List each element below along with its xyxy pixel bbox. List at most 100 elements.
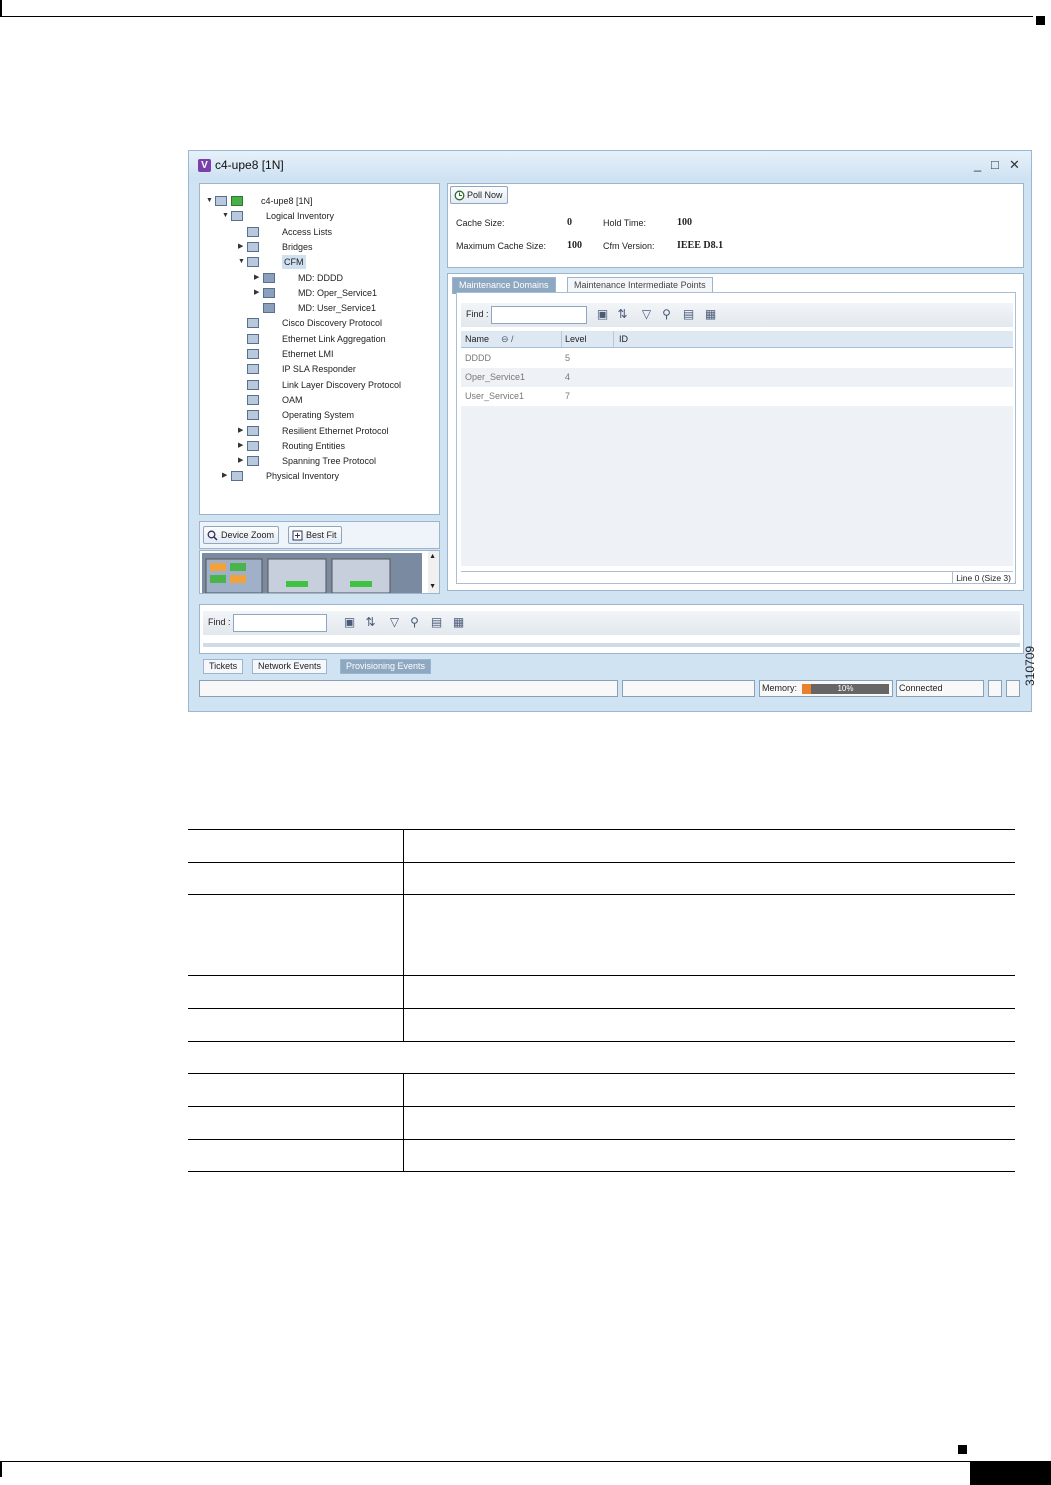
advanced-filter-icon[interactable]: ⚲ [660, 308, 673, 321]
find-input[interactable] [491, 306, 587, 324]
tree-item[interactable]: ▼ Logical Inventory [200, 209, 439, 223]
scroll-down-icon[interactable]: ▼ [429, 583, 436, 590]
tree-item[interactable]: MD: User_Service1 [200, 301, 439, 315]
column-header-name[interactable]: Name [465, 331, 489, 347]
expanded-arrow-icon[interactable]: ▼ [238, 255, 245, 269]
tab-tickets[interactable]: Tickets [203, 659, 244, 674]
collapsed-arrow-icon[interactable]: ▶ [238, 240, 243, 254]
cfm-version-label: Cfm Version: [603, 241, 655, 251]
hold-time-value: 100 [677, 217, 692, 228]
cache-size-label: Cache Size: [456, 218, 505, 228]
poll-now-button[interactable]: Poll Now [450, 186, 508, 204]
tree-node-icon [247, 318, 259, 329]
table-rule [188, 894, 1015, 895]
tree-item-label: CFM [282, 255, 306, 270]
expanded-arrow-icon[interactable]: ▼ [206, 194, 213, 208]
poll-now-label: Poll Now [467, 190, 503, 200]
events-advanced-filter-icon[interactable]: ⚲ [408, 616, 421, 629]
tree-item[interactable]: ▶ Spanning Tree Protocol [200, 454, 439, 468]
events-print-icon[interactable]: ▦ [452, 616, 465, 629]
cell-level: 7 [565, 391, 571, 401]
filter-icon[interactable]: ▽ [640, 308, 653, 321]
table-column-divider [403, 1073, 404, 1171]
inventory-tree: ▼ c4-upe8 [1N] ▼ Logical Inventory Access Li… [199, 183, 440, 515]
tree-item[interactable]: ▶ Routing Entities [200, 439, 439, 453]
close-button[interactable]: ✕ [1009, 157, 1020, 173]
sort-ascending-icon[interactable]: ⊖ / [501, 331, 514, 347]
tree-item[interactable]: ▶ MD: Oper_Service1 [200, 286, 439, 300]
header-rule [0, 16, 1033, 17]
tree-node-icon [215, 196, 227, 206]
max-cache-size-label: Maximum Cache Size: [456, 241, 547, 251]
maximize-button[interactable]: □ [991, 157, 999, 172]
table-rule [188, 1041, 1015, 1042]
column-header-level[interactable]: Level [561, 331, 587, 347]
memory-indicator: Memory: 10% [759, 680, 893, 697]
tab-network-events[interactable]: Network Events [252, 659, 328, 674]
cell-name: DDDD [465, 353, 491, 363]
table-footer: Line 0 (Size 3) [461, 571, 1013, 584]
events-find-label: Find : [208, 617, 231, 627]
minimize-button[interactable]: _ [974, 157, 981, 172]
tree-node-icon [247, 226, 259, 237]
table-row[interactable]: Oper_Service1 4 [461, 368, 1013, 387]
collapsed-arrow-icon[interactable]: ▶ [254, 271, 259, 285]
scroll-up-icon[interactable]: ▲ [429, 553, 436, 560]
tree-node-icon [231, 471, 243, 482]
tree-item[interactable]: Operating System [200, 408, 439, 422]
collapsed-arrow-icon[interactable]: ▶ [238, 454, 243, 468]
tree-item[interactable]: ▶ MD: DDDD [200, 271, 439, 285]
tree-item-label: Link Layer Discovery Protocol [282, 379, 402, 390]
window-title-bar[interactable]: V c4-upe8 [1N] _ □ ✕ [189, 151, 1031, 181]
tree-item[interactable]: ▶ Bridges [200, 240, 439, 254]
events-save-icon[interactable]: ▣ [343, 616, 356, 629]
tree-item[interactable]: ▼ c4-upe8 [1N] [200, 194, 439, 208]
tree-item-label: MD: Oper_Service1 [298, 287, 378, 298]
tree-item[interactable]: Ethernet Link Aggregation [200, 332, 439, 346]
table-rule [188, 862, 1015, 863]
column-header-id[interactable]: ID [613, 331, 628, 347]
tree-item[interactable]: ▶ Physical Inventory [200, 469, 439, 483]
table-rule [188, 975, 1015, 976]
device-zoom-button[interactable]: Device Zoom [203, 526, 280, 544]
figure-number: 310709 [1023, 645, 1037, 686]
hold-time-label: Hold Time: [603, 218, 647, 228]
events-export-icon[interactable]: ▤ [430, 616, 443, 629]
collapsed-arrow-icon[interactable]: ▶ [222, 469, 227, 483]
collapsed-arrow-icon[interactable]: ▶ [238, 439, 243, 453]
footer-page-tab [970, 1462, 1051, 1485]
tree-node-icon [247, 425, 259, 436]
sort-icon[interactable]: ⇅ [616, 308, 629, 321]
cfm-version-value: IEEE D8.1 [677, 240, 724, 251]
tree-item-label: Ethernet Link Aggregation [282, 333, 386, 344]
cell-name: Oper_Service1 [465, 372, 526, 382]
tree-node-icon [247, 379, 259, 390]
refresh-icon [454, 190, 465, 201]
table-row[interactable]: User_Service1 7 [461, 387, 1013, 406]
tree-item[interactable]: IP SLA Responder [200, 362, 439, 376]
device-preview[interactable]: ▲ ▼ [199, 550, 440, 594]
cell-level: 5 [565, 353, 571, 363]
tree-item[interactable]: Ethernet LMI [200, 347, 439, 361]
collapsed-arrow-icon[interactable]: ▶ [254, 286, 259, 300]
collapsed-arrow-icon[interactable]: ▶ [238, 424, 243, 438]
events-find-input[interactable] [233, 614, 327, 632]
tree-item[interactable]: Cisco Discovery Protocol [200, 316, 439, 330]
tree-item-label: Logical Inventory [266, 211, 335, 222]
tree-item[interactable]: Link Layer Discovery Protocol [200, 378, 439, 392]
tree-item[interactable]: OAM [200, 393, 439, 407]
events-sort-icon[interactable]: ⇅ [364, 616, 377, 629]
tree-item[interactable]: Access Lists [200, 225, 439, 239]
tree-item[interactable]: ▶ Resilient Ethernet Protocol [200, 424, 439, 438]
best-fit-button[interactable]: Best Fit [288, 526, 342, 544]
events-filter-icon[interactable]: ▽ [388, 616, 401, 629]
tree-item-label: MD: DDDD [298, 272, 343, 283]
print-icon[interactable]: ▦ [704, 308, 717, 321]
save-icon[interactable]: ▣ [596, 308, 609, 321]
footer-marker [958, 1445, 967, 1454]
expanded-arrow-icon[interactable]: ▼ [222, 209, 229, 223]
tree-item[interactable]: ▼ CFM [200, 255, 439, 270]
table-row[interactable]: DDDD 5 [461, 349, 1013, 368]
export-icon[interactable]: ▤ [682, 308, 695, 321]
tab-provisioning-events[interactable]: Provisioning Events [340, 659, 432, 674]
